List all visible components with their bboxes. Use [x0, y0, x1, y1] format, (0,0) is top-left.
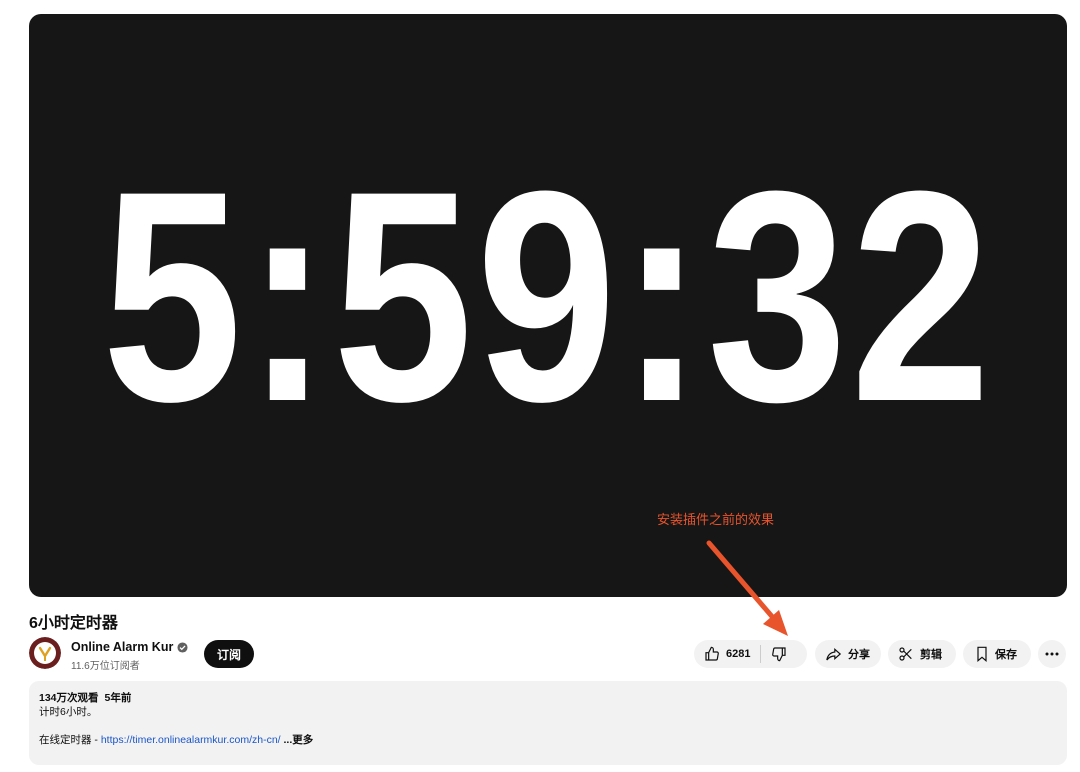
description-line: 计时6小时。	[39, 706, 98, 718]
save-label: 保存	[995, 649, 1017, 661]
bookmark-icon	[975, 646, 989, 662]
subscriber-count: 11.6万位订阅者	[71, 661, 140, 672]
save-button[interactable]: 保存	[963, 640, 1031, 668]
verified-check-icon	[177, 641, 188, 653]
dislike-button[interactable]	[761, 640, 787, 668]
timer-text: 5:59:32	[101, 127, 995, 464]
channel-name[interactable]: Online Alarm Kur	[71, 640, 173, 654]
video-title: 6小时定时器	[29, 615, 118, 632]
clip-label: 剪辑	[920, 649, 942, 661]
channel-name-row[interactable]: Online Alarm Kur	[71, 640, 188, 654]
subscribe-button[interactable]: 订阅	[204, 640, 255, 668]
thumbs-up-icon	[704, 646, 720, 662]
description-meta: 134万次观看 5年前	[39, 691, 1057, 705]
upload-age: 5年前	[104, 692, 132, 704]
share-label: 分享	[848, 649, 870, 661]
more-actions-button[interactable]	[1038, 640, 1066, 668]
video-player[interactable]: 5:59:32	[29, 14, 1067, 597]
like-count: 6281	[726, 648, 751, 660]
more-horizontal-icon	[1045, 652, 1059, 656]
show-more-button[interactable]: ...更多	[284, 734, 314, 746]
clip-button[interactable]: 剪辑	[888, 640, 956, 668]
timer-display: 5:59:32	[29, 14, 1067, 597]
description-link-line: 在线定时器 - https://timer.onlinealarmkur.com…	[39, 733, 1057, 747]
channel-avatar[interactable]	[29, 637, 61, 669]
timer-website-link[interactable]: https://timer.onlinealarmkur.com/zh-cn/	[101, 734, 281, 746]
like-button[interactable]: 6281	[694, 640, 750, 668]
annotation-text: 安装插件之前的效果	[657, 512, 775, 527]
share-button[interactable]: 分享	[815, 640, 881, 668]
share-arrow-icon	[825, 646, 842, 662]
link-prefix: 在线定时器 -	[39, 734, 101, 746]
channel-row: Online Alarm Kur 11.6万位订阅者 订阅 6281 分享 剪辑…	[29, 637, 1067, 673]
like-dislike-group: 6281	[694, 640, 807, 668]
view-count: 134万次观看	[39, 692, 99, 704]
scissors-icon	[898, 646, 914, 662]
description-box[interactable]: 134万次观看 5年前 计时6小时。 在线定时器 - https://timer.…	[29, 681, 1067, 765]
thumbs-down-icon	[771, 646, 787, 662]
